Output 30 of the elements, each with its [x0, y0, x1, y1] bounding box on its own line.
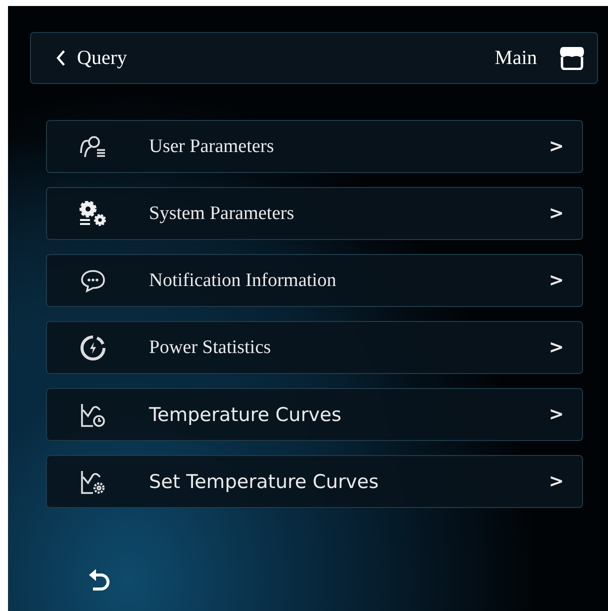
menu-item[interactable]: System Parameters >: [46, 187, 583, 240]
chevron-right-icon: >: [548, 337, 564, 358]
chart-clock-icon: [80, 402, 106, 428]
menu-item[interactable]: Temperature Curves >: [46, 388, 583, 441]
return-button[interactable]: [88, 567, 112, 593]
users-icon: [80, 134, 106, 158]
chevron-right-icon: >: [548, 136, 564, 157]
menu-item-label: System Parameters: [149, 202, 296, 224]
menu-item-label: Power Statistics: [149, 336, 272, 358]
menu-item[interactable]: Power Statistics >: [46, 321, 583, 374]
chevron-right-icon: >: [548, 203, 564, 224]
power-icon: [80, 334, 106, 360]
return-arrow-icon: [88, 567, 112, 593]
menu-item[interactable]: Notification Information >: [46, 254, 583, 307]
chart-gear-icon: [80, 468, 106, 494]
chevron-right-icon: >: [548, 404, 564, 425]
menu-item-label: Temperature Curves: [149, 404, 342, 426]
menu-item[interactable]: User Parameters >: [46, 120, 583, 173]
menu-item-label: Set Temperature Curves: [149, 470, 380, 492]
menu-item[interactable]: Set Temperature Curves >: [46, 455, 583, 508]
home-icon: [559, 46, 585, 70]
main-button[interactable]: Main: [494, 46, 585, 70]
menu-item-label: User Parameters: [149, 136, 276, 158]
menu-item-label: Notification Information: [149, 270, 338, 292]
chat-bubble-icon: [80, 268, 106, 292]
chevron-right-icon: >: [548, 270, 564, 291]
chevron-left-icon: [55, 49, 67, 67]
back-button[interactable]: Query: [55, 46, 127, 70]
gears-icon: [79, 200, 107, 226]
chevron-right-icon: >: [548, 471, 564, 492]
